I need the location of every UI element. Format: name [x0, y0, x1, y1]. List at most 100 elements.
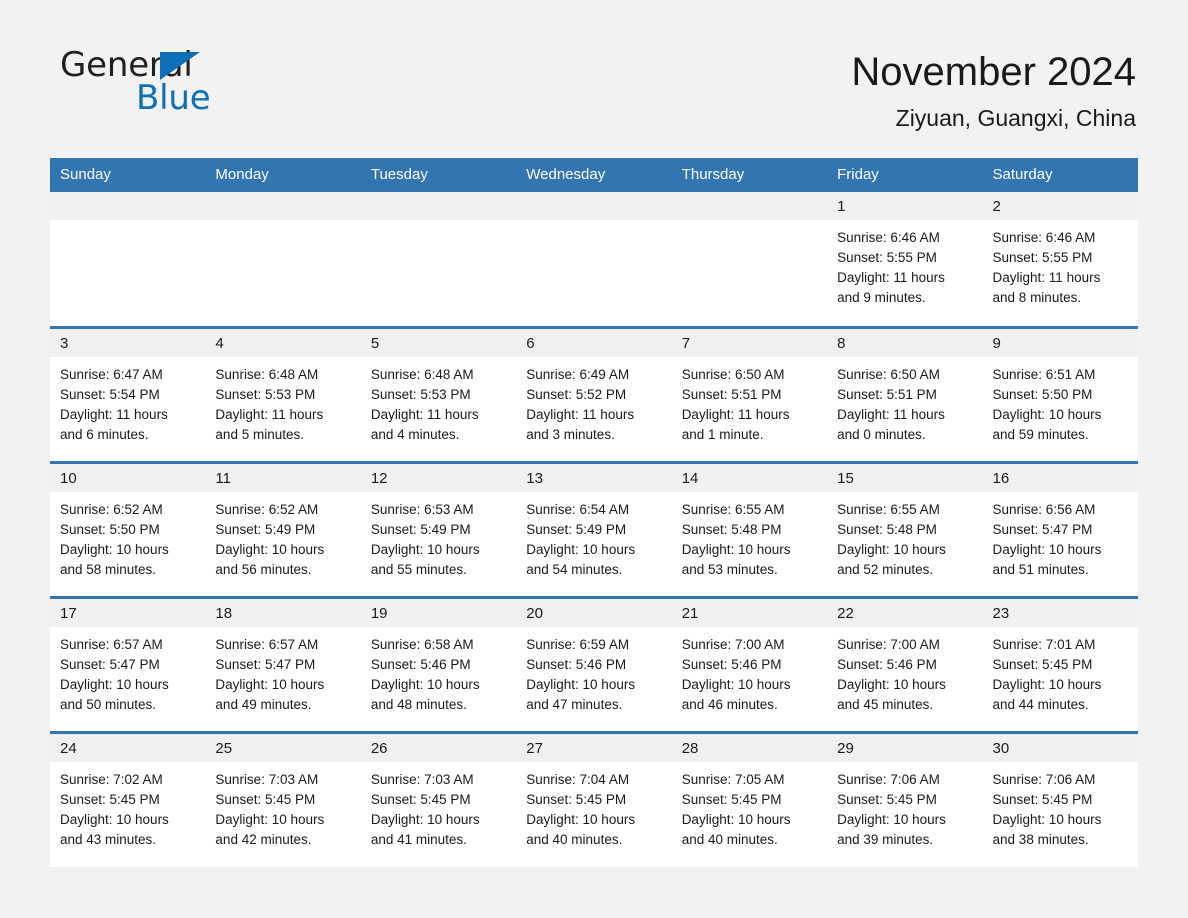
calendar-day-cell[interactable]: 6 Sunrise: 6:49 AM Sunset: 5:52 PM Daylight…: [516, 325, 672, 462]
calendar-day-cell[interactable]: 17 Sunrise: 6:57 AM Sunset: 5:47 PM Dayligh…: [50, 595, 206, 732]
day-number: 14: [671, 463, 828, 492]
calendar-day-cell[interactable]: 2 Sunrise: 6:46 AM Sunset: 5:55 PM Daylight…: [982, 192, 1138, 327]
sunset-text: Sunset: 5:45 PM: [526, 791, 627, 807]
calendar-day-cell[interactable]: 21 Sunrise: 7:00 AM Sunset: 5:46 PM Dayligh…: [671, 595, 828, 732]
sunrise-text: Sunrise: 7:01 AM: [992, 636, 1096, 652]
day-cell-inner: 9 Sunrise: 6:51 AM Sunset: 5:50 PM Daylight…: [982, 328, 1138, 461]
calendar-day-cell[interactable]: 22 Sunrise: 7:00 AM Sunset: 5:46 PM Dayligh…: [827, 595, 983, 732]
sunrise-text: Sunrise: 6:46 AM: [992, 230, 1096, 245]
calendar-day-cell[interactable]: 14 Sunrise: 6:55 AM Sunset: 5:48 PM Dayligh…: [671, 460, 828, 597]
calendar-day-cell[interactable]: 24 Sunrise: 7:02 AM Sunset: 5:45 PM Dayligh…: [50, 730, 206, 867]
day-cell-inner: 28 Sunrise: 7:05 AM Sunset: 5:45 PM Dayligh…: [671, 733, 828, 868]
day-details: Sunrise: 6:57 AM Sunset: 5:47 PM Daylight:…: [205, 627, 360, 715]
calendar-day-cell[interactable]: 25 Sunrise: 7:03 AM Sunset: 5:45 PM Dayligh…: [205, 730, 361, 867]
sunrise-text: Sunrise: 6:53 AM: [370, 501, 474, 517]
daylight-text-line2: and 4 minutes.: [370, 426, 460, 442]
day-cell-inner: 26 Sunrise: 7:03 AM Sunset: 5:45 PM Dayligh…: [360, 733, 517, 868]
calendar-day-cell[interactable]: 4 Sunrise: 6:48 AM Sunset: 5:53 PM Daylight…: [205, 325, 361, 462]
daylight-text-line2: and 0 minutes.: [837, 426, 926, 442]
daylight-text-line2: and 46 minutes.: [681, 696, 778, 712]
calendar-week-row: 3 Sunrise: 6:47 AM Sunset: 5:54 PM Daylight…: [50, 325, 1138, 462]
calendar-day-cell[interactable]: 20 Sunrise: 6:59 AM Sunset: 5:46 PM Dayligh…: [516, 595, 672, 732]
sunset-text: Sunset: 5:53 PM: [370, 386, 471, 402]
calendar-day-cell[interactable]: 13 Sunrise: 6:54 AM Sunset: 5:49 PM Dayligh…: [516, 460, 672, 597]
day-details: Sunrise: 6:56 AM Sunset: 5:47 PM Daylight:…: [983, 492, 1138, 580]
day-cell-inner: 15 Sunrise: 6:55 AM Sunset: 5:48 PM Dayligh…: [827, 463, 983, 596]
sunrise-text: Sunrise: 6:56 AM: [992, 501, 1096, 517]
sunrise-text: Sunrise: 6:57 AM: [215, 636, 319, 652]
sunset-text: Sunset: 5:45 PM: [215, 791, 316, 807]
sunrise-text: Sunrise: 6:54 AM: [526, 501, 630, 517]
day-cell-inner: 8 Sunrise: 6:50 AM Sunset: 5:51 PM Daylight…: [827, 328, 983, 461]
day-cell-inner: [205, 192, 361, 326]
day-cell-inner: 19 Sunrise: 6:58 AM Sunset: 5:46 PM Dayligh…: [360, 598, 517, 731]
daylight-text-line1: Daylight: 11 hours: [992, 270, 1101, 285]
day-details: Sunrise: 6:59 AM Sunset: 5:46 PM Daylight:…: [516, 627, 671, 715]
calendar-day-cell[interactable]: 9 Sunrise: 6:51 AM Sunset: 5:50 PM Daylight…: [982, 325, 1138, 462]
daylight-text-line1: Daylight: 10 hours: [215, 811, 325, 827]
daylight-text-line2: and 6 minutes.: [60, 426, 149, 442]
daylight-text-line1: Daylight: 10 hours: [526, 811, 636, 827]
sunrise-text: Sunrise: 6:48 AM: [215, 366, 319, 382]
calendar-day-cell[interactable]: 28 Sunrise: 7:05 AM Sunset: 5:45 PM Dayligh…: [671, 730, 828, 868]
day-number: 15: [827, 463, 983, 492]
weekday-header-monday: Monday: [205, 158, 361, 192]
calendar-header-row: Sunday Monday Tuesday Wednesday Thursday Frid…: [50, 158, 1138, 192]
day-details: Sunrise: 6:57 AM Sunset: 5:47 PM Daylight:…: [50, 627, 205, 715]
calendar-day-cell[interactable]: 12 Sunrise: 6:53 AM Sunset: 5:49 PM Dayligh…: [360, 460, 517, 597]
sunset-text: Sunset: 5:55 PM: [837, 250, 937, 265]
calendar-day-cell[interactable]: 5 Sunrise: 6:48 AM Sunset: 5:53 PM Daylight…: [360, 325, 517, 462]
day-number: [516, 192, 672, 220]
daylight-text-line1: Daylight: 10 hours: [526, 676, 636, 692]
calendar-day-cell[interactable]: 1 Sunrise: 6:46 AM Sunset: 5:55 PM Daylight…: [827, 192, 983, 327]
day-number: [205, 192, 361, 220]
calendar-day-cell[interactable]: 3 Sunrise: 6:47 AM Sunset: 5:54 PM Daylight…: [50, 325, 206, 462]
calendar-day-cell[interactable]: 23 Sunrise: 7:01 AM Sunset: 5:45 PM Dayligh…: [982, 595, 1138, 732]
calendar-day-cell[interactable]: 11 Sunrise: 6:52 AM Sunset: 5:49 PM Dayligh…: [205, 460, 361, 597]
calendar-day-cell[interactable]: 27 Sunrise: 7:04 AM Sunset: 5:45 PM Dayligh…: [516, 730, 672, 867]
sunset-text: Sunset: 5:46 PM: [681, 656, 782, 672]
calendar-day-cell[interactable]: 16 Sunrise: 6:56 AM Sunset: 5:47 PM Dayligh…: [982, 460, 1138, 597]
day-cell-inner: 29 Sunrise: 7:06 AM Sunset: 5:45 PM Dayligh…: [827, 733, 983, 868]
day-number: 19: [360, 598, 517, 627]
daylight-text-line2: and 41 minutes.: [370, 831, 467, 847]
day-number: [671, 192, 828, 220]
sunrise-text: Sunrise: 7:03 AM: [370, 771, 474, 787]
calendar-day-cell[interactable]: 7 Sunrise: 6:50 AM Sunset: 5:51 PM Daylight…: [671, 325, 828, 462]
sunset-text: Sunset: 5:47 PM: [60, 656, 160, 672]
day-number: 2: [982, 192, 1138, 220]
daylight-text-line2: and 40 minutes.: [681, 831, 778, 847]
sunrise-text: Sunrise: 6:52 AM: [60, 501, 163, 517]
day-cell-inner: 23 Sunrise: 7:01 AM Sunset: 5:45 PM Dayligh…: [982, 598, 1138, 731]
day-cell-inner: 1 Sunrise: 6:46 AM Sunset: 5:55 PM Daylight…: [827, 192, 983, 326]
weekday-header-tuesday: Tuesday: [360, 158, 517, 192]
daylight-text-line1: Daylight: 10 hours: [60, 676, 169, 692]
day-cell-inner: [360, 192, 517, 326]
day-details: Sunrise: 7:05 AM Sunset: 5:45 PM Daylight:…: [672, 762, 827, 850]
day-cell-inner: 5 Sunrise: 6:48 AM Sunset: 5:53 PM Daylight…: [360, 328, 517, 461]
calendar-day-cell[interactable]: 8 Sunrise: 6:50 AM Sunset: 5:51 PM Daylight…: [827, 325, 983, 462]
day-cell-inner: 13 Sunrise: 6:54 AM Sunset: 5:49 PM Dayligh…: [516, 463, 672, 596]
sunrise-text: Sunrise: 7:00 AM: [681, 636, 785, 652]
sunrise-text: Sunrise: 6:58 AM: [370, 636, 474, 652]
sunset-text: Sunset: 5:45 PM: [681, 791, 782, 807]
sunset-text: Sunset: 5:49 PM: [526, 521, 627, 537]
day-cell-inner: 6 Sunrise: 6:49 AM Sunset: 5:52 PM Daylight…: [516, 328, 672, 461]
day-details: Sunrise: 6:54 AM Sunset: 5:49 PM Daylight:…: [516, 492, 671, 580]
day-number: 17: [50, 598, 206, 627]
calendar-day-cell[interactable]: 29 Sunrise: 7:06 AM Sunset: 5:45 PM Dayligh…: [827, 730, 983, 868]
daylight-text-line1: Daylight: 10 hours: [370, 541, 480, 557]
sunset-text: Sunset: 5:49 PM: [215, 521, 316, 537]
daylight-text-line1: Daylight: 11 hours: [215, 406, 324, 422]
daylight-text-line1: Daylight: 10 hours: [837, 541, 946, 557]
calendar-day-cell[interactable]: 10 Sunrise: 6:52 AM Sunset: 5:50 PM Dayligh…: [50, 460, 206, 597]
day-details: Sunrise: 7:06 AM Sunset: 5:45 PM Daylight:…: [827, 762, 982, 850]
calendar-day-cell[interactable]: 30 Sunrise: 7:06 AM Sunset: 5:45 PM Dayligh…: [982, 730, 1138, 867]
calendar-day-cell[interactable]: 18 Sunrise: 6:57 AM Sunset: 5:47 PM Dayligh…: [205, 595, 361, 732]
day-details: Sunrise: 6:55 AM Sunset: 5:48 PM Daylight:…: [672, 492, 827, 580]
sunset-text: Sunset: 5:47 PM: [215, 656, 316, 672]
day-number: 25: [205, 733, 361, 762]
calendar-day-cell[interactable]: 15 Sunrise: 6:55 AM Sunset: 5:48 PM Dayligh…: [827, 460, 983, 597]
calendar-day-cell[interactable]: 26 Sunrise: 7:03 AM Sunset: 5:45 PM Dayligh…: [360, 730, 517, 868]
calendar-day-cell[interactable]: 19 Sunrise: 6:58 AM Sunset: 5:46 PM Dayligh…: [360, 595, 517, 732]
